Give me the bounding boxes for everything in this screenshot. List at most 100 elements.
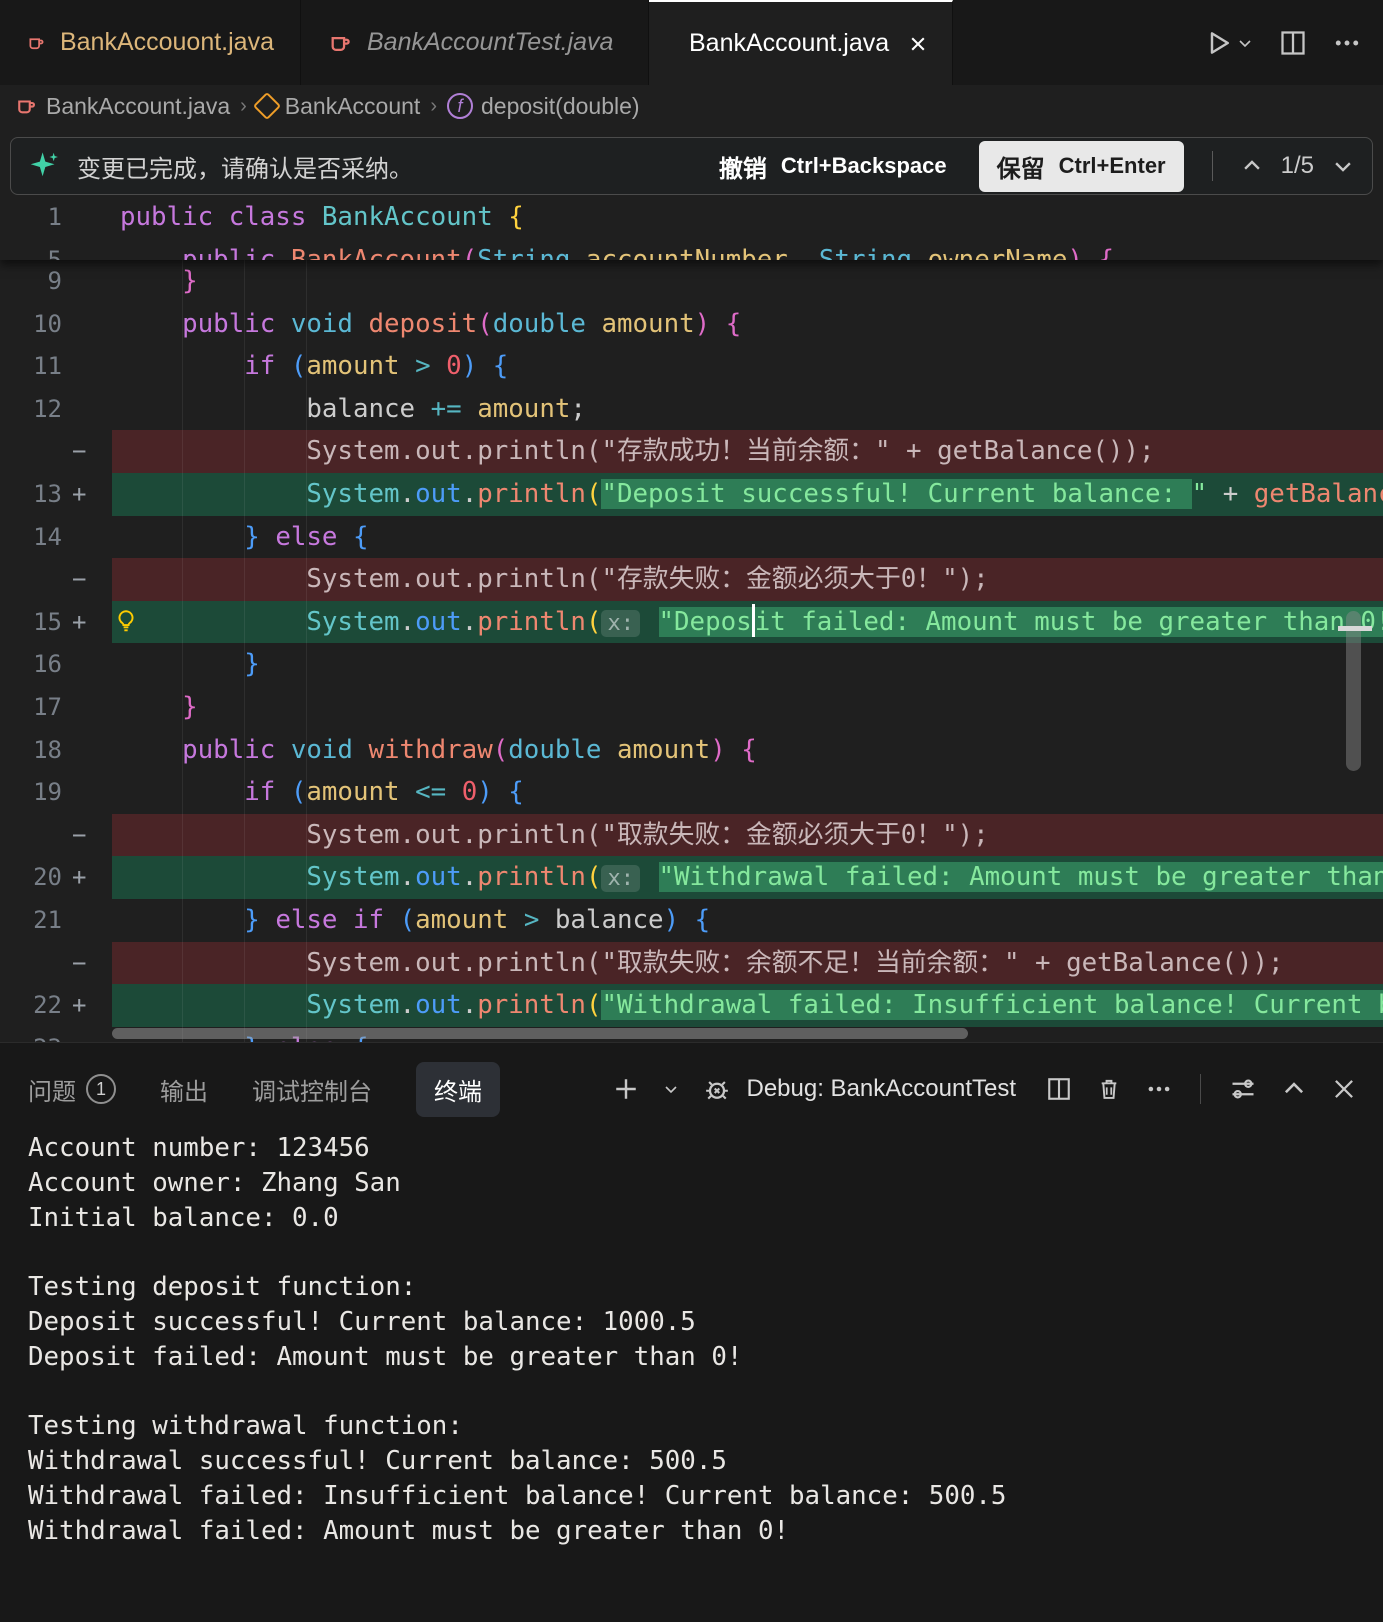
panel-more-actions-button[interactable] <box>1146 1076 1172 1102</box>
code-token: { <box>1098 245 1114 260</box>
line-number[interactable]: 20 <box>0 856 62 899</box>
close-panel-button[interactable] <box>1331 1076 1357 1102</box>
close-tab-icon[interactable] <box>909 35 927 53</box>
code-token: amount <box>415 905 508 935</box>
code-line-text[interactable]: System.out.println("取款失败：金额必须大于0！"); <box>112 814 1383 857</box>
code-token: } <box>244 649 260 679</box>
code-line-text[interactable]: } <box>112 643 1383 686</box>
line-number[interactable]: 5 <box>0 239 62 260</box>
code-line-text[interactable]: System.out.println("取款失败：余额不足！当前余额：" + g… <box>112 942 1383 985</box>
line-number[interactable]: 10 <box>0 303 62 346</box>
horizontal-scrollbar[interactable] <box>112 1028 968 1039</box>
terminal-line: Deposit successful! Current balance: 100… <box>28 1305 1373 1340</box>
code-token <box>120 862 306 892</box>
code-line-text[interactable]: public class BankAccount { <box>112 196 1383 239</box>
code-token: "Withdrawal failed: Insufficient balance… <box>601 990 1383 1020</box>
line-number[interactable]: 9 <box>0 260 62 303</box>
panel-actions: Debug: BankAccountTest <box>613 1061 1358 1117</box>
code-line-text[interactable]: balance += amount; <box>112 388 1383 431</box>
code-editor[interactable]: 9 } 10 public void deposit(double amount)… <box>0 196 1383 1042</box>
tab-bankaccounttest-java[interactable]: BankAccountTest.java <box>301 0 649 85</box>
line-number[interactable]: 15 <box>0 601 62 644</box>
code-line-text[interactable]: } <box>112 686 1383 729</box>
line-number[interactable]: 12 <box>0 388 62 431</box>
undo-button[interactable]: 撤销 Ctrl+Backspace <box>719 149 947 184</box>
breadcrumb-method[interactable]: f deposit(double) <box>447 93 640 120</box>
line-number[interactable]: 19 <box>0 771 62 814</box>
breadcrumb-file[interactable]: BankAccount.java <box>14 93 230 120</box>
line-number[interactable]: 1 <box>0 196 62 239</box>
code-line-text[interactable]: System.out.println("Deposit successful! … <box>112 473 1383 516</box>
line-number[interactable]: 21 <box>0 899 62 942</box>
code-line-text[interactable]: } else { <box>112 516 1383 559</box>
debug-terminal-item[interactable]: Debug: BankAccountTest <box>703 1075 1023 1103</box>
editor-tab-bar: BankAccouont.java BankAccountTest.java B… <box>0 0 1383 85</box>
code-token: } <box>244 905 275 935</box>
panel-layout-button[interactable] <box>1229 1075 1257 1103</box>
code-line-text[interactable]: public BankAccount(String accountNumber,… <box>112 239 1383 260</box>
split-terminal-button[interactable] <box>1046 1076 1072 1102</box>
code-line-text[interactable]: public void deposit(double amount) { <box>112 303 1383 346</box>
lightbulb-icon[interactable] <box>114 606 138 650</box>
code-line-text[interactable]: public void withdraw(double amount) { <box>112 729 1383 772</box>
code-token: } <box>182 266 198 296</box>
new-terminal-button[interactable] <box>613 1076 639 1102</box>
line-number[interactable]: 18 <box>0 729 62 772</box>
more-actions-button[interactable] <box>1333 29 1361 57</box>
class-symbol-icon <box>253 92 281 120</box>
tab-debug-console[interactable]: 调试控制台 <box>252 1072 372 1107</box>
line-number[interactable]: 13 <box>0 473 62 516</box>
chevron-down-icon <box>1332 155 1354 177</box>
tab-label: BankAccouont.java <box>60 28 274 57</box>
code-token: public <box>182 735 291 765</box>
split-editor-button[interactable] <box>1279 29 1307 57</box>
terminal-line: Testing withdrawal function: <box>28 1409 1373 1444</box>
terminal-line: Withdrawal failed: Insufficient balance!… <box>28 1479 1373 1514</box>
terminal-line: Account number: 123456 <box>28 1131 1373 1166</box>
code-token: System <box>306 479 399 509</box>
tab-bankaccouont-java[interactable]: BankAccouont.java <box>0 0 301 85</box>
code-line-text[interactable]: System.out.println("存款失败：金额必须大于0！"); <box>112 558 1383 601</box>
code-line-text[interactable]: if (amount <= 0) { <box>112 771 1383 814</box>
tab-problems[interactable]: 问题 1 <box>28 1072 116 1107</box>
code-token: public <box>120 202 229 232</box>
code-token: System <box>306 607 399 637</box>
maximize-panel-button[interactable] <box>1281 1076 1307 1102</box>
vertical-scrollbar[interactable] <box>1346 611 1361 771</box>
code-token <box>120 394 306 424</box>
code-token: balance <box>306 394 430 424</box>
keep-button[interactable]: 保留 Ctrl+Enter <box>979 141 1184 192</box>
sparkle-icon <box>29 149 63 183</box>
tab-output[interactable]: 输出 <box>160 1072 208 1107</box>
code-token: ( <box>477 309 493 339</box>
kill-terminal-button[interactable] <box>1096 1076 1122 1102</box>
code-line-text[interactable]: } <box>112 260 1383 303</box>
line-number[interactable]: 11 <box>0 345 62 388</box>
breadcrumb-class[interactable]: BankAccount <box>257 93 421 120</box>
previous-change-button[interactable] <box>1241 155 1263 177</box>
deleted-line-marker: − <box>72 430 102 473</box>
line-number[interactable]: 14 <box>0 516 62 559</box>
tab-label: BankAccountTest.java <box>367 28 613 57</box>
code-token: amount <box>586 309 695 339</box>
code-line-text[interactable]: System.out.println("存款成功！当前余额：" + getBal… <box>112 430 1383 473</box>
code-line: − System.out.println("存款失败：金额必须大于0！"); <box>0 558 1383 601</box>
code-line: − System.out.println("取款失败：金额必须大于0！"); <box>0 814 1383 857</box>
line-number[interactable]: 16 <box>0 643 62 686</box>
run-button[interactable] <box>1205 29 1253 57</box>
line-number[interactable]: 22 <box>0 984 62 1027</box>
code-line-text[interactable]: System.out.println(x: "Withdrawal failed… <box>112 856 1383 899</box>
code-line: 17 } <box>0 686 1383 729</box>
code-token: System.out.println("取款失败：金额必须大于0！"); <box>120 820 989 850</box>
next-change-button[interactable] <box>1332 155 1354 177</box>
tab-bankaccount-java[interactable]: BankAccount.java <box>649 0 953 85</box>
line-number[interactable]: 17 <box>0 686 62 729</box>
code-line-text[interactable]: System.out.println("Withdrawal failed: I… <box>112 984 1383 1027</box>
code-line-text[interactable]: System.out.println(x: "Deposit failed: A… <box>112 601 1383 644</box>
tab-terminal[interactable]: 终端 <box>416 1062 500 1117</box>
code-line-text[interactable]: } else if (amount > balance) { <box>112 899 1383 942</box>
debug-console-icon <box>703 1075 731 1103</box>
terminal-profile-dropdown[interactable] <box>663 1081 679 1097</box>
line-number[interactable]: 23 <box>0 1027 62 1042</box>
code-line-text[interactable]: if (amount > 0) { <box>112 345 1383 388</box>
